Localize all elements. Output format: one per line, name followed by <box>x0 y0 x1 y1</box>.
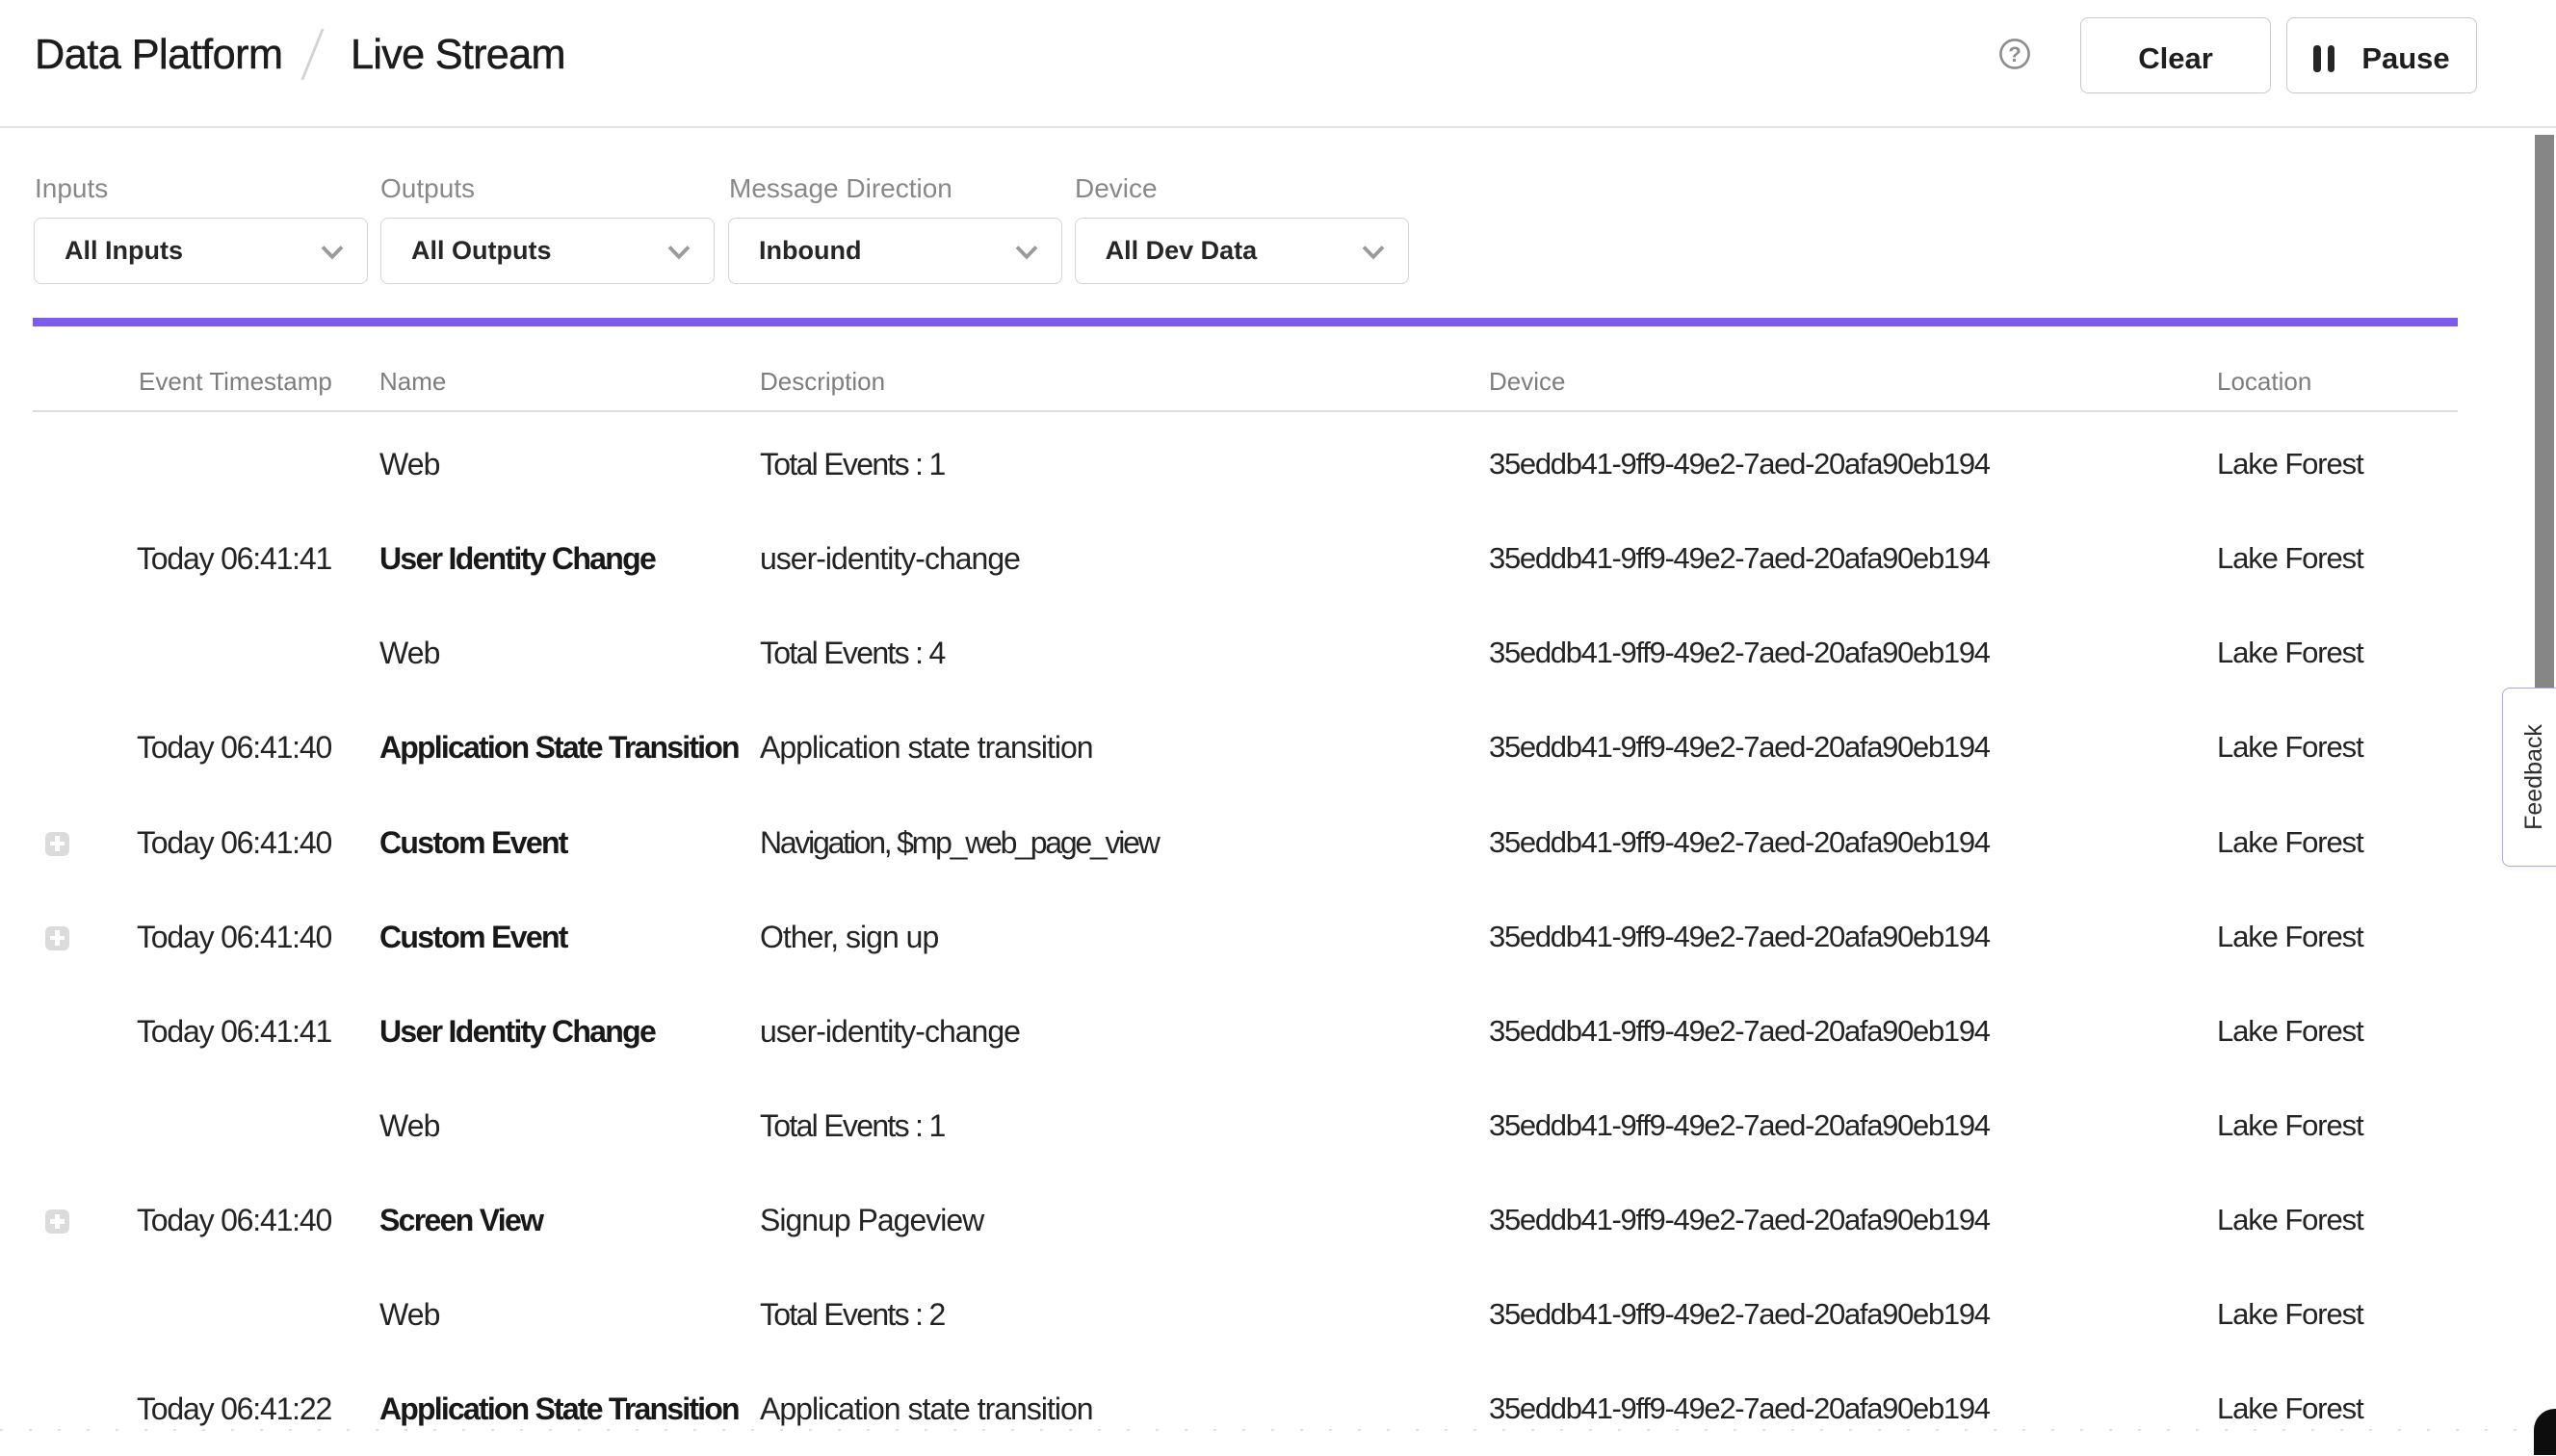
svg-text:?: ? <box>2008 42 2021 66</box>
